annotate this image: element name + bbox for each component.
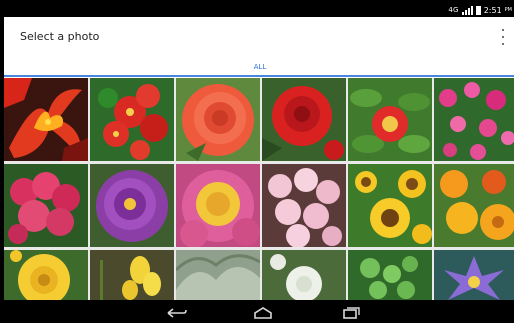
- photo-pink-peony: [176, 164, 260, 247]
- recent-apps-icon[interactable]: [338, 305, 362, 319]
- photo-tile[interactable]: [176, 78, 260, 161]
- photo-red-camellia: [262, 78, 346, 161]
- photo-tile[interactable]: [348, 250, 432, 300]
- photo-tile[interactable]: [434, 164, 514, 247]
- tab-indicator: [4, 75, 514, 77]
- back-arrow-icon[interactable]: [164, 305, 188, 319]
- photo-grid: [4, 78, 514, 300]
- photo-pink-field: [434, 78, 514, 161]
- photo-camellia-leaves: [348, 78, 432, 161]
- photo-silver-foliage: [176, 250, 260, 300]
- photo-tile[interactable]: [434, 250, 514, 300]
- network-type-label: 4G: [448, 6, 459, 14]
- photo-lily: [4, 78, 88, 161]
- photo-green-leaves: [348, 250, 432, 300]
- photo-water-lily: [434, 250, 514, 300]
- app-toolbar: Select a photo: [4, 17, 514, 60]
- photo-red-flowers: [90, 78, 174, 161]
- home-icon[interactable]: [251, 305, 275, 319]
- battery-icon: [475, 6, 481, 15]
- photo-tile[interactable]: [176, 164, 260, 247]
- photo-yellow-rose: [4, 250, 88, 300]
- photo-tile[interactable]: [348, 78, 432, 161]
- photo-tile[interactable]: [90, 250, 174, 300]
- tab-all[interactable]: ALL: [4, 63, 514, 71]
- photo-sunflowers: [348, 164, 432, 247]
- photo-tile[interactable]: [176, 250, 260, 300]
- photo-purple-peony: [90, 164, 174, 247]
- photo-tile[interactable]: [90, 164, 174, 247]
- photo-tile[interactable]: [4, 78, 88, 161]
- screen: 4G 2:51 PM Select a photo ALL: [4, 4, 514, 319]
- photo-cherry-blossoms: [262, 164, 346, 247]
- page-title: Select a photo: [20, 30, 100, 43]
- photo-orange-yellow-flowers: [434, 164, 514, 247]
- photo-tile[interactable]: [262, 250, 346, 300]
- status-icons: 4G 2:51 PM: [448, 4, 512, 17]
- kebab-menu-icon[interactable]: [500, 29, 506, 45]
- navigation-bar: [4, 300, 514, 319]
- photo-tile[interactable]: [262, 78, 346, 161]
- photo-tile[interactable]: [90, 78, 174, 161]
- photo-yellow-flowers: [90, 250, 174, 300]
- signal-bars-icon: [461, 6, 473, 15]
- clock: 2:51: [483, 6, 502, 15]
- device-frame: 4G 2:51 PM Select a photo ALL: [0, 0, 514, 323]
- am-pm-label: PM: [504, 7, 512, 13]
- photo-tile[interactable]: [4, 250, 88, 300]
- photo-orange-rose: [176, 78, 260, 161]
- photo-tile[interactable]: [348, 164, 432, 247]
- photo-white-flowers: [262, 250, 346, 300]
- photo-tile[interactable]: [262, 164, 346, 247]
- status-bar: 4G 2:51 PM: [4, 4, 514, 17]
- photo-tile[interactable]: [434, 78, 514, 161]
- tab-bar: ALL: [4, 60, 514, 77]
- photo-tile[interactable]: [4, 164, 88, 247]
- photo-pink-blossoms: [4, 164, 88, 247]
